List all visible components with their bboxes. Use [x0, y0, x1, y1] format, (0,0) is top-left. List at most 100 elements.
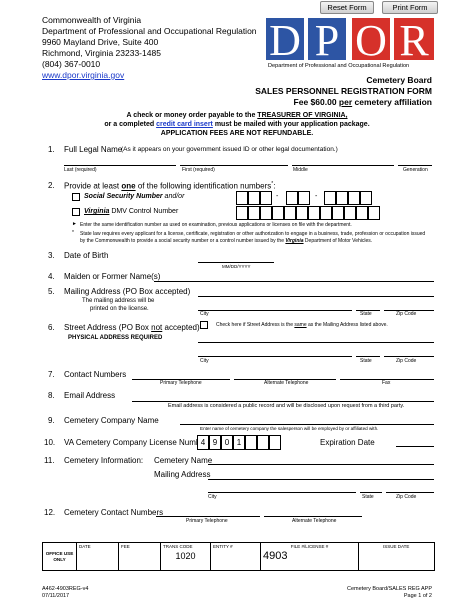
ssn-digit-5[interactable] — [298, 191, 310, 205]
dmv-digit-5[interactable] — [284, 206, 296, 220]
ssn-digit-1[interactable] — [236, 191, 248, 205]
note-bullet-1: ► — [72, 221, 77, 227]
item-number-8: 8. — [48, 391, 55, 400]
agency-line-4: Richmond, Virginia 23233-1485 — [42, 48, 161, 58]
primary-phone-label: Primary Telephone — [160, 380, 202, 386]
license-digit-7[interactable] — [269, 435, 281, 450]
payment-line-3: APPLICATION FEES ARE NOT REFUNDABLE. — [160, 130, 314, 137]
email-label: Email Address — [64, 391, 116, 400]
company-note: Enter name of cemetery company the sales… — [200, 426, 379, 431]
ssn-digit-3[interactable] — [260, 191, 272, 205]
ssn-digit-4[interactable] — [286, 191, 298, 205]
website-link[interactable]: www.dpor.virginia.gov — [42, 70, 124, 80]
office-fee-cell: FEE — [118, 542, 161, 571]
maiden-field[interactable] — [154, 281, 434, 282]
logo-letter-o: O — [352, 18, 390, 64]
license-digit-6[interactable] — [257, 435, 269, 450]
dmv-digit-7[interactable] — [308, 206, 320, 220]
ssn-digit-6[interactable] — [324, 191, 336, 205]
payment-line-1: A check or money order payable to the TR… — [126, 112, 348, 119]
dmv-digit-12[interactable] — [368, 206, 380, 220]
mailing-label: Mailing Address (PO Box accepted) — [64, 287, 191, 296]
email-note: Email address is considered a public rec… — [168, 403, 405, 409]
item-number-6: 6. — [48, 323, 55, 332]
office-use-label: OFFICE USE ONLY — [42, 542, 77, 571]
dmv-digit-10[interactable] — [344, 206, 356, 220]
mailing-zip-label: Zip Code — [396, 311, 417, 317]
credit-card-insert-link[interactable]: credit card insert — [156, 121, 213, 128]
dmv-digit-11[interactable] — [356, 206, 368, 220]
ssn-digit-8[interactable] — [348, 191, 360, 205]
agency-line-3: 9960 Mayland Drive, Suite 400 — [42, 37, 159, 47]
payee: TREASURER OF VIRGINIA, — [257, 112, 348, 119]
cemetery-mailing-field[interactable] — [208, 479, 434, 480]
cemetery-zip-label: Zip Code — [396, 494, 417, 500]
dob-field[interactable] — [198, 262, 274, 263]
item-number-4: 4. — [48, 272, 55, 281]
office-date-cell: DATE — [76, 542, 119, 571]
cemetery-alternate-phone-field[interactable] — [264, 516, 362, 517]
street-field[interactable] — [198, 342, 434, 343]
reset-form-button[interactable]: Reset Form — [320, 1, 374, 14]
item-number-9: 9. — [48, 416, 55, 425]
id-one: one — [121, 181, 136, 191]
expiration-field[interactable] — [396, 446, 434, 447]
physical-required: PHYSICAL ADDRESS REQUIRED — [68, 335, 163, 341]
contact-label: Contact Numbers — [64, 370, 127, 379]
first-name-field[interactable] — [180, 165, 288, 166]
id-colon: : — [273, 181, 276, 191]
office-trans-cell: TRANS CODE 1020 — [160, 542, 211, 571]
license-digit-3[interactable]: 0 — [221, 435, 233, 450]
cemetery-name-field[interactable] — [208, 464, 434, 465]
ssn-digit-9[interactable] — [360, 191, 372, 205]
agency-line-1: Commonwealth of Virginia — [42, 15, 142, 25]
street-zip-field[interactable] — [384, 356, 434, 357]
dmv-digit-6[interactable] — [296, 206, 308, 220]
street-city-field[interactable] — [198, 356, 352, 357]
same-word: same — [294, 322, 307, 328]
middle-name-field[interactable] — [292, 165, 394, 166]
agency-line-2: Department of Professional and Occupatio… — [42, 26, 257, 36]
fax-label: Fax — [382, 380, 391, 386]
ssn-digit-7[interactable] — [336, 191, 348, 205]
street-state-field[interactable] — [356, 356, 380, 357]
dmv-digit-8[interactable] — [320, 206, 332, 220]
license-digit-1[interactable]: 4 — [197, 435, 209, 450]
dmv-checkbox[interactable] — [72, 208, 80, 216]
same-address-checkbox[interactable] — [200, 321, 208, 329]
cemetery-zip-field[interactable] — [386, 492, 434, 493]
mailing-street-field[interactable] — [198, 296, 434, 297]
cemetery-primary-phone-field[interactable] — [156, 516, 260, 517]
cemetery-state-field[interactable] — [360, 492, 382, 493]
license-digit-2[interactable]: 9 — [209, 435, 221, 450]
item-number-12: 12. — [44, 508, 56, 517]
email-field[interactable] — [132, 401, 434, 402]
fee-per: per — [338, 97, 353, 107]
maiden-label: Maiden or Former Name(s) — [64, 272, 161, 281]
ssn-checkbox[interactable] — [72, 193, 80, 201]
dmv-digit-9[interactable] — [332, 206, 344, 220]
mailing-city-field[interactable] — [198, 310, 352, 311]
company-field[interactable] — [180, 424, 434, 425]
generation-field[interactable] — [398, 165, 432, 166]
cemetery-name-label: Cemetery Name — [154, 456, 213, 465]
license-digit-4[interactable]: 1 — [233, 435, 245, 450]
dmv-digit-1[interactable] — [236, 206, 248, 220]
street-not: not — [151, 323, 163, 332]
item-number-10: 10. — [44, 438, 56, 447]
legal-name-label: Full Legal Name — [64, 145, 123, 154]
dmv-digit-4[interactable] — [272, 206, 284, 220]
cemetery-city-field[interactable] — [208, 492, 356, 493]
logo-letter-p: P — [308, 18, 346, 64]
dmv-digit-2[interactable] — [248, 206, 260, 220]
street-state-label: State — [360, 358, 372, 364]
note-2a: State law requires every applicant for a… — [80, 231, 426, 237]
ssn-digit-2[interactable] — [248, 191, 260, 205]
print-form-button[interactable]: Print Form — [382, 1, 438, 14]
generation-label: Generation — [403, 167, 428, 173]
last-name-field[interactable] — [64, 165, 176, 166]
id-label: Provide at least one of the following id… — [64, 181, 276, 191]
dmv-digit-3[interactable] — [260, 206, 272, 220]
license-digit-5[interactable] — [245, 435, 257, 450]
mailing-city-label: City — [200, 311, 209, 317]
